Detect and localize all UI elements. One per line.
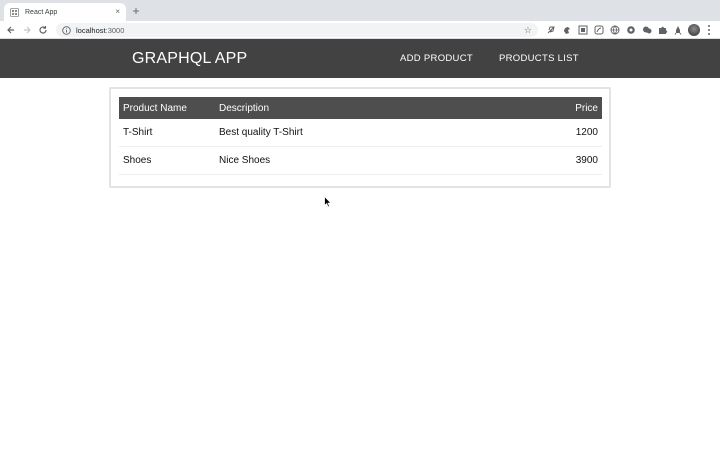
extension-leaf-icon[interactable] <box>594 25 604 35</box>
url-host: localhost <box>76 25 106 35</box>
product-name-cell: Shoes <box>123 155 152 166</box>
browser-tab-strip: React App × + <box>0 0 720 21</box>
favicon-icon <box>10 7 19 17</box>
reload-icon[interactable] <box>37 24 49 36</box>
back-arrow-icon[interactable] <box>5 24 17 36</box>
app-navbar: GRAPHQL APP ADD PRODUCT PRODUCTS LIST <box>0 39 720 78</box>
product-description-cell: Nice Shoes <box>219 155 271 166</box>
table-header-row: Product Name Description Price <box>119 97 602 119</box>
mouse-pointer-icon <box>324 195 332 208</box>
new-tab-button[interactable]: + <box>130 5 142 17</box>
extension-screenshot-icon[interactable] <box>578 25 588 35</box>
extension-feather-icon[interactable] <box>546 25 556 35</box>
url-text: localhost:3000 <box>76 26 524 35</box>
close-tab-icon[interactable]: × <box>115 8 120 16</box>
profile-avatar[interactable] <box>688 24 700 36</box>
table-row: T-Shirt Best quality T-Shirt 1200 <box>119 119 602 147</box>
app-brand-title[interactable]: GRAPHQL APP <box>132 39 247 78</box>
nav-link-products-list[interactable]: PRODUCTS LIST <box>499 39 579 78</box>
product-price-cell: 3900 <box>575 155 598 166</box>
nav-link-add-product[interactable]: ADD PRODUCT <box>400 39 473 78</box>
forward-arrow-icon[interactable] <box>21 24 33 36</box>
table-row: Shoes Nice Shoes 3900 <box>119 147 602 175</box>
product-price-cell: 1200 <box>575 127 598 138</box>
more-menu-icon[interactable] <box>706 24 712 36</box>
address-bar[interactable]: localhost:3000 ☆ <box>56 23 538 37</box>
extension-rocket-icon[interactable] <box>673 25 683 35</box>
column-header-product-name: Product Name <box>123 102 187 114</box>
column-header-price: Price <box>575 102 598 114</box>
products-card: Product Name Description Price T-Shirt B… <box>109 87 611 188</box>
browser-tab[interactable]: React App × <box>4 3 126 21</box>
extensions-puzzle-icon[interactable] <box>658 25 668 35</box>
products-table: Product Name Description Price T-Shirt B… <box>119 97 602 175</box>
url-port: :3000 <box>105 25 125 35</box>
column-header-description: Description <box>219 102 270 114</box>
extension-hand-icon[interactable] <box>562 25 572 35</box>
product-name-cell: T-Shirt <box>123 127 153 138</box>
tab-title: React App <box>25 8 58 16</box>
extension-chat-icon[interactable] <box>642 25 652 35</box>
extension-gear-icon[interactable] <box>626 25 636 35</box>
product-description-cell: Best quality T-Shirt <box>219 127 303 138</box>
site-info-icon[interactable] <box>62 25 71 35</box>
browser-toolbar: localhost:3000 ☆ <box>0 21 720 39</box>
extension-globe-icon[interactable] <box>610 25 620 35</box>
star-outline-icon[interactable]: ☆ <box>524 25 532 35</box>
